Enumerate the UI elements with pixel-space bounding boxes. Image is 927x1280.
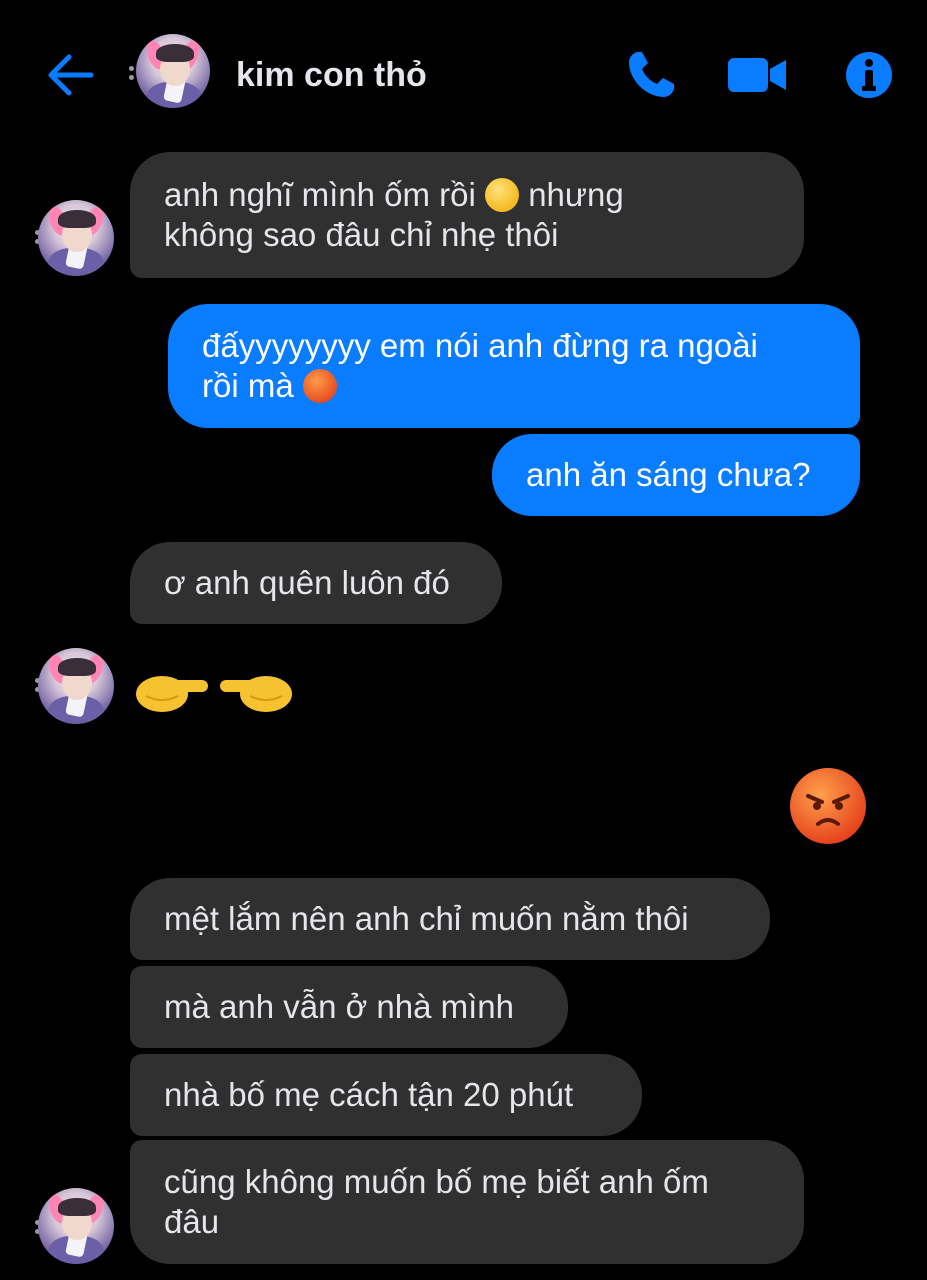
message-bubble-incoming[interactable]: ơ anh quên luôn đó	[130, 542, 502, 624]
back-button[interactable]	[40, 48, 100, 102]
chat-screen: kim con thỏ anh nghĩ mình ốm rồi nhưng k…	[0, 0, 927, 1280]
pointing-left-hand-icon	[220, 676, 292, 712]
contact-avatar[interactable]	[38, 1188, 114, 1264]
message-text: ơ anh quên luôn đó	[164, 564, 450, 601]
info-icon	[846, 52, 892, 98]
confounded-face-icon	[485, 178, 520, 212]
message-text: mà anh vẫn ở nhà mình	[164, 988, 515, 1025]
active-indicator	[128, 64, 136, 82]
message-text: nhà bố mẹ cách tận 20 phút	[164, 1076, 574, 1113]
pointing-right-hand-icon	[136, 676, 208, 712]
angry-face-big-icon[interactable]	[790, 768, 866, 844]
message-text: anh ăn sáng chưa?	[526, 456, 811, 493]
voice-call-button[interactable]	[618, 42, 684, 108]
info-button[interactable]	[836, 42, 902, 108]
contact-avatar[interactable]	[38, 648, 114, 724]
header-avatar[interactable]	[136, 34, 210, 108]
angry-face-icon	[302, 369, 337, 403]
video-camera-icon	[728, 58, 786, 92]
chat-header: kim con thỏ	[0, 0, 927, 150]
message-bubble-incoming[interactable]: mà anh vẫn ở nhà mình	[130, 966, 568, 1048]
message-bubble-outgoing[interactable]: anh ăn sáng chưa?	[492, 434, 860, 516]
message-text: đấyyyyyyyy em nói anh đừng ra ngoài rồi …	[202, 327, 758, 404]
back-arrow-icon	[48, 54, 94, 96]
message-text: cũng không muốn bố mẹ biết anh ốm đâu	[164, 1163, 709, 1240]
contact-avatar[interactable]	[38, 200, 114, 276]
video-call-button[interactable]	[722, 42, 792, 108]
message-bubble-incoming[interactable]: nhà bố mẹ cách tận 20 phút	[130, 1054, 642, 1136]
message-bubble-outgoing[interactable]: đấyyyyyyyy em nói anh đừng ra ngoài rồi …	[168, 304, 860, 428]
message-text: mệt lắm nên anh chỉ muốn nằm thôi	[164, 900, 689, 937]
message-bubble-incoming[interactable]: anh nghĩ mình ốm rồi 😣 nhưng không sao đ…	[130, 152, 804, 278]
message-bubble-incoming[interactable]: cũng không muốn bố mẹ biết anh ốm đâu	[130, 1140, 804, 1264]
message-bubble-incoming[interactable]: mệt lắm nên anh chỉ muốn nằm thôi	[130, 878, 770, 960]
message-text: anh nghĩ mình ốm rồi 😣 nhưng không sao đ…	[164, 176, 624, 253]
contact-name[interactable]: kim con thỏ	[236, 56, 427, 95]
phone-icon	[629, 52, 674, 97]
